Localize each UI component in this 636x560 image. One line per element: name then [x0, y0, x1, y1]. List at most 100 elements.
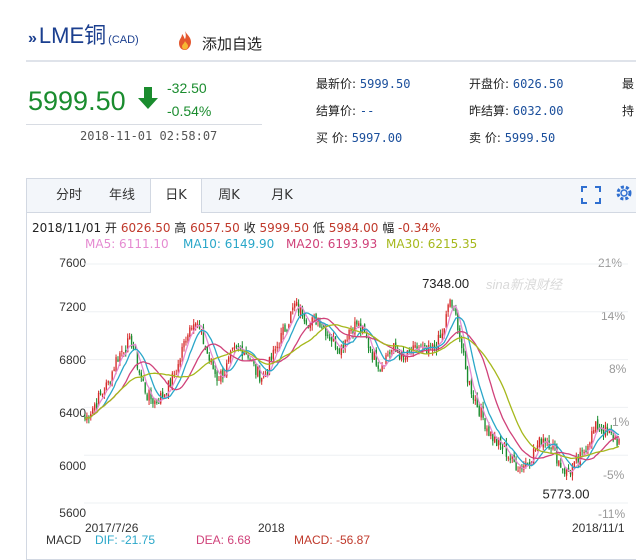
- candle-body: [424, 344, 426, 347]
- candle-body: [142, 378, 144, 382]
- candle-body: [290, 311, 292, 323]
- candle-body: [282, 327, 284, 335]
- candle-body: [328, 336, 331, 340]
- candle-body: [581, 450, 583, 452]
- candle-body: [480, 406, 482, 418]
- macd-title: MACD: [46, 533, 82, 547]
- candle-body: [257, 366, 259, 377]
- candle-body: [563, 468, 566, 475]
- candle-body: [501, 446, 504, 450]
- candle-body: [181, 346, 183, 358]
- candle-body: [462, 348, 465, 353]
- candle-body: [583, 452, 585, 454]
- candle-body: [389, 352, 391, 354]
- candle-body: [94, 404, 96, 410]
- candle-body: [92, 408, 94, 414]
- candle-body: [391, 350, 393, 352]
- candle-body: [183, 340, 185, 348]
- candle-body: [253, 361, 255, 364]
- high-annotation: 7348.00: [422, 276, 469, 291]
- candle-body: [395, 342, 397, 348]
- candle-body: [428, 345, 430, 354]
- macd-value: MACD: -56.87: [294, 533, 371, 547]
- candle-body: [519, 467, 521, 469]
- candle-body: [237, 346, 240, 348]
- candle-body: [470, 379, 473, 395]
- candle-body: [494, 436, 496, 443]
- candle-body: [484, 418, 486, 430]
- candle-body: [235, 345, 238, 348]
- candle-body: [464, 350, 467, 370]
- candle-body: [573, 461, 576, 467]
- candle-body: [538, 437, 541, 448]
- candle-body: [292, 307, 294, 311]
- candle-body: [377, 365, 379, 369]
- candle-body: [461, 338, 463, 349]
- candle-body: [509, 458, 511, 460]
- candle-body: [604, 425, 607, 437]
- candle-body: [214, 368, 216, 374]
- candle-body: [228, 357, 230, 362]
- candle-body: [144, 382, 146, 393]
- candle-body: [191, 328, 193, 330]
- candle-body: [517, 470, 519, 472]
- x-label-end: 2018/11/1: [572, 521, 625, 535]
- candle-body: [156, 401, 158, 403]
- candle-body: [109, 382, 111, 384]
- candle-body: [185, 340, 187, 343]
- candle-body: [490, 432, 492, 437]
- candle-body: [284, 324, 286, 332]
- candle-body: [163, 394, 166, 397]
- candle-body: [371, 352, 374, 360]
- candle-body: [459, 328, 461, 338]
- candle-body: [327, 334, 329, 336]
- candle-body: [369, 346, 372, 352]
- candle-body: [158, 402, 160, 404]
- candle-body: [179, 359, 181, 366]
- candle-body: [562, 469, 564, 471]
- candle-body: [565, 469, 568, 476]
- candle-body: [356, 320, 358, 325]
- candle-body: [216, 371, 218, 381]
- candle-body: [468, 380, 471, 385]
- candle-body: [294, 303, 296, 308]
- candle-body: [187, 335, 189, 341]
- candle-body: [194, 323, 197, 326]
- candle-body: [272, 349, 275, 359]
- candle-body: [321, 326, 323, 328]
- candle-body: [330, 337, 333, 342]
- candle-body: [596, 419, 599, 429]
- macd-dif: DIF: -21.75: [95, 533, 156, 547]
- candle-body: [381, 365, 383, 372]
- candle-body: [336, 347, 339, 350]
- candle-body: [220, 371, 222, 382]
- candle-body: [305, 320, 308, 324]
- candle-body: [117, 359, 119, 362]
- candle-body: [560, 462, 562, 468]
- candle-body: [218, 379, 220, 381]
- candle-body: [589, 442, 591, 445]
- candle-body: [346, 339, 348, 341]
- candle-body: [472, 394, 475, 400]
- candle-body: [358, 323, 360, 327]
- candle-body: [303, 314, 306, 322]
- candle-body: [101, 393, 104, 396]
- candle-body: [231, 347, 234, 350]
- candlestick-chart[interactable]: sina新浪财经 7348.00 5773.00: [0, 0, 636, 551]
- candle-body: [338, 349, 341, 354]
- candle-body: [311, 317, 313, 326]
- candle-body: [243, 353, 245, 356]
- candle-body: [527, 462, 529, 464]
- candle-body: [593, 430, 595, 434]
- candle-body: [146, 394, 148, 401]
- low-annotation: 5773.00: [542, 486, 589, 501]
- candle-body: [261, 378, 263, 382]
- x-label-middle: 2018: [258, 521, 285, 535]
- candle-body: [138, 370, 141, 373]
- candle-body: [107, 381, 109, 383]
- candle-body: [128, 336, 131, 340]
- candle-body: [449, 299, 451, 307]
- candle-body: [558, 460, 560, 466]
- candle-body: [441, 333, 443, 339]
- candle-body: [488, 426, 490, 436]
